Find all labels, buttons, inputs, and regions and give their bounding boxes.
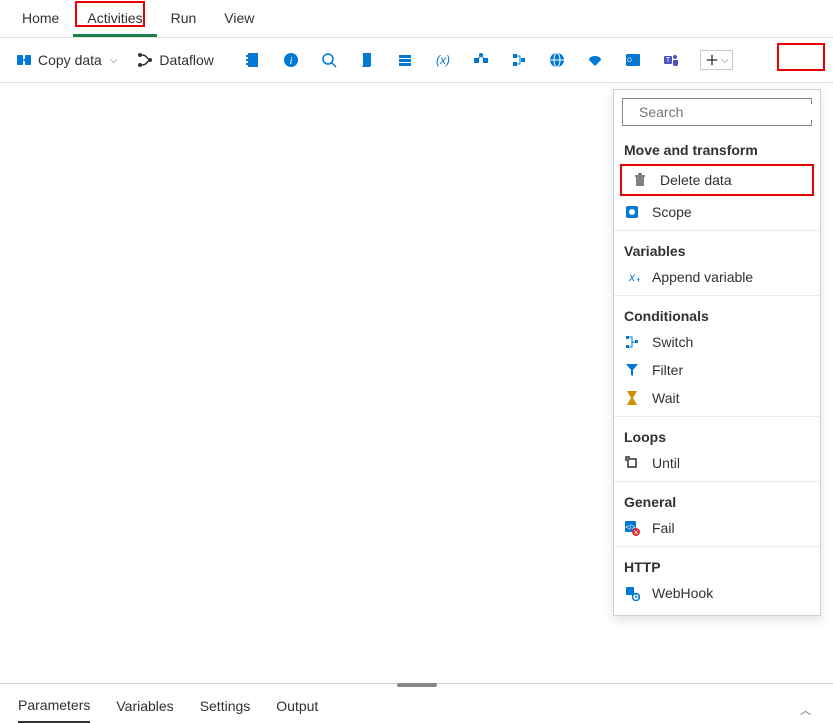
search-input-container[interactable] [622,98,812,126]
dataflow-label: Dataflow [159,52,213,68]
tab-view[interactable]: View [210,4,268,37]
item-fail[interactable]: </>✕ Fail [614,514,820,542]
functions-button[interactable] [464,46,498,74]
stored-procedure-button[interactable] [388,46,422,74]
semantic-button[interactable] [578,46,612,74]
svg-text:O: O [627,58,632,64]
pipeline-canvas[interactable]: Move and transform Delete data Scope Var… [0,83,833,678]
item-until[interactable]: Until [614,449,820,477]
bottom-tab-bar: Parameters Variables Settings Output ︿ [0,687,833,723]
tab-activities[interactable]: Activities [73,4,156,37]
webhook-icon [624,585,640,601]
search-input[interactable] [639,104,820,120]
office365-button[interactable]: O [616,46,650,74]
item-wait[interactable]: Wait [614,384,820,412]
tab-output[interactable]: Output [276,698,318,722]
toolbar: Copy data ⌵ Dataflow i (x) O T [0,38,833,83]
switch-icon [624,334,640,350]
copy-data-label: Copy data [38,52,102,68]
web-button[interactable] [540,46,574,74]
group-loops-header: Loops [614,421,820,449]
tab-run[interactable]: Run [157,4,211,37]
tab-parameters[interactable]: Parameters [18,697,90,723]
fail-icon: </>✕ [624,520,640,536]
bottom-panel: Parameters Variables Settings Output ︿ [0,683,833,723]
append-variable-icon: x+ [624,269,640,285]
add-activity-button[interactable]: ⌵ [700,50,734,70]
variable-button[interactable]: (x) [426,46,460,74]
chevron-down-icon: ⌵ [110,55,118,66]
script-button[interactable] [350,46,384,74]
svg-text:i: i [289,55,292,67]
item-filter[interactable]: Filter [614,356,820,384]
svg-text:x: x [628,270,636,284]
item-append-variable[interactable]: x+ Append variable [614,263,820,291]
chevron-down-icon: ⌵ [721,55,729,66]
group-move-transform-header: Move and transform [614,134,820,162]
plus-icon [705,53,719,67]
teams-button[interactable]: T [654,46,688,74]
filter-icon [624,362,640,378]
notebook-button[interactable] [236,46,270,74]
lookup-button[interactable] [312,46,346,74]
svg-text:T: T [666,57,671,64]
until-icon [624,455,640,471]
top-tab-bar: Home Activities Run View [0,0,833,38]
dataflow-icon [137,52,153,68]
svg-text:(x): (x) [436,53,450,67]
group-conditionals-header: Conditionals [614,300,820,328]
azure-button[interactable] [502,46,536,74]
item-switch[interactable]: Switch [614,328,820,356]
info-button[interactable]: i [274,46,308,74]
dataflow-button[interactable]: Dataflow [129,48,221,72]
group-variables-header: Variables [614,235,820,263]
tab-variables[interactable]: Variables [116,698,173,722]
scope-icon [624,204,640,220]
copy-data-icon [16,52,32,68]
copy-data-button[interactable]: Copy data ⌵ [8,48,125,72]
item-scope[interactable]: Scope [614,198,820,226]
svg-text:+: + [636,275,640,285]
activities-dropdown: Move and transform Delete data Scope Var… [613,89,821,616]
wait-icon [624,390,640,406]
svg-text:✕: ✕ [633,531,638,537]
item-delete-data[interactable]: Delete data [620,164,814,196]
item-webhook[interactable]: WebHook [614,579,820,607]
group-http-header: HTTP [614,551,820,579]
group-general-header: General [614,486,820,514]
collapse-panel-button[interactable]: ︿ [796,698,815,722]
trash-icon [632,172,648,188]
tab-home[interactable]: Home [8,4,73,37]
tab-settings[interactable]: Settings [200,698,251,722]
